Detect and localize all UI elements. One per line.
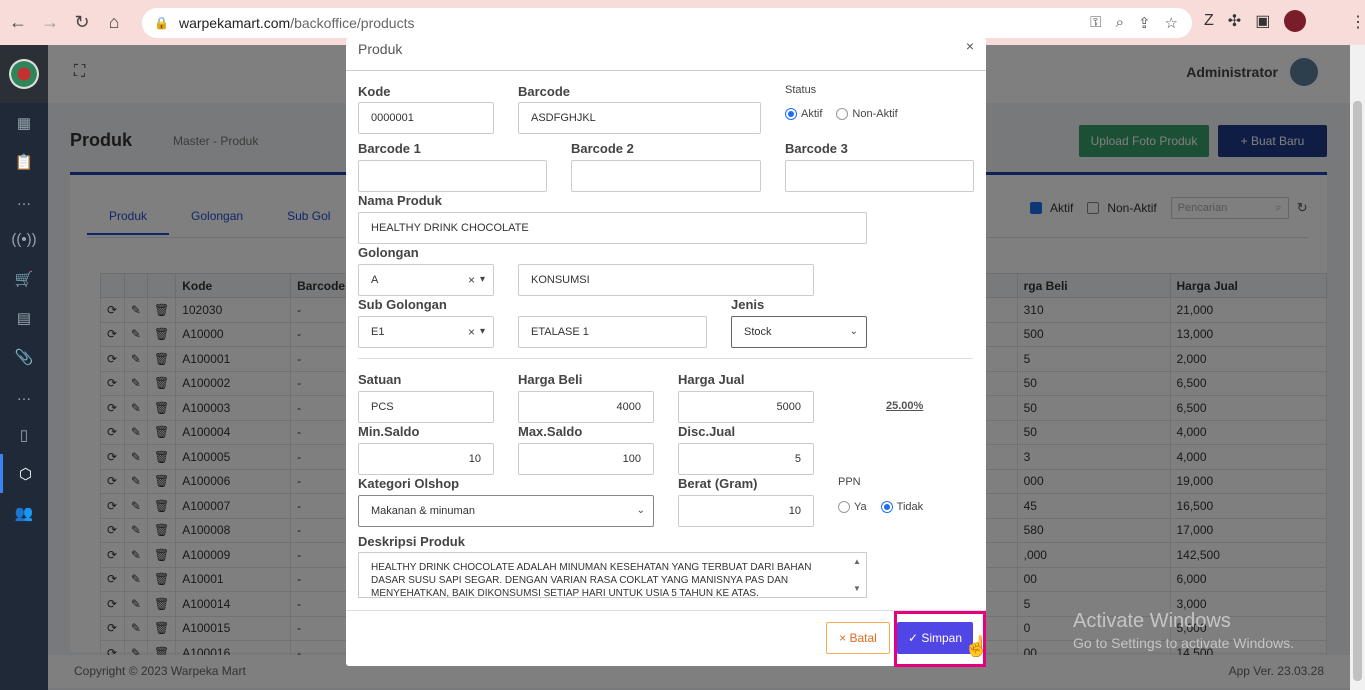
barcode2-label: Barcode 2 xyxy=(571,141,634,156)
barcode2-field[interactable] xyxy=(571,160,761,192)
barcode3-field[interactable] xyxy=(785,160,974,192)
max-saldo-label: Max.Saldo xyxy=(518,424,583,439)
share-icon[interactable]: ⇪ xyxy=(1138,14,1151,32)
min-saldo-label: Min.Saldo xyxy=(358,424,420,439)
status-label: Status xyxy=(785,84,817,96)
app-sidebar: ▦ 📋 … ((•)) 🛒 ▤ 📎 … ▯ ⬡ 👥 xyxy=(0,45,48,690)
pointer-cursor-icon: ☝ xyxy=(964,636,989,658)
ppn-ya-label: Ya xyxy=(854,501,867,513)
chevron-down-icon: ▾ xyxy=(479,274,485,285)
browser-menu-icon[interactable]: ⋮ xyxy=(1350,12,1365,32)
cancel-button[interactable]: × Batal xyxy=(826,622,890,654)
chevron-down-icon: ⌄ xyxy=(636,505,645,516)
satuan-label: Satuan xyxy=(358,372,402,387)
chevron-down-icon: ▾ xyxy=(479,326,485,337)
extension-z-icon[interactable]: Z xyxy=(1204,12,1214,30)
subgol-select[interactable]: E1 × ▾ xyxy=(358,316,494,348)
barcode-field[interactable]: ASDFGHJKL xyxy=(518,102,761,134)
harga-beli-field[interactable]: 4000 xyxy=(518,391,654,423)
status-nonaktif-label: Non-Aktif xyxy=(852,108,898,120)
ppn-tidak-radio[interactable] xyxy=(880,501,893,513)
kode-label: Kode xyxy=(358,84,391,99)
disc-jual-label: Disc.Jual xyxy=(678,424,736,439)
forward-icon[interactable]: → xyxy=(36,9,64,37)
max-saldo-field[interactable]: 100 xyxy=(518,443,654,475)
dashboard-icon[interactable]: ▦ xyxy=(0,103,48,142)
box-icon[interactable]: ⬡ xyxy=(0,454,48,493)
url-text: warpekamart.com/backoffice/products xyxy=(178,15,415,31)
zoom-icon[interactable]: ⌕ xyxy=(1116,14,1124,32)
nama-produk-field[interactable]: HEALTHY DRINK CHOCOLATE xyxy=(358,212,867,244)
textarea-scrollbar: ▲ ▼ xyxy=(853,557,861,593)
reload-icon[interactable]: ↻ xyxy=(68,9,96,37)
modal-title: Produk xyxy=(358,41,403,57)
min-saldo-field[interactable]: 10 xyxy=(358,443,494,475)
golongan-name-field[interactable]: KONSUMSI xyxy=(518,264,814,296)
cart-icon[interactable]: 🛒 xyxy=(0,259,48,298)
disc-jual-field[interactable]: 5 xyxy=(678,443,814,475)
ppn-label: PPN xyxy=(838,476,861,488)
more-icon-2[interactable]: … xyxy=(0,376,48,415)
status-nonaktif-radio[interactable] xyxy=(836,108,849,120)
broadcast-icon[interactable]: ((•)) xyxy=(0,220,48,259)
harga-beli-label: Harga Beli xyxy=(518,372,583,387)
subgol-name-field[interactable]: ETALASE 1 xyxy=(518,316,707,348)
margin-percent: 25.00% xyxy=(886,400,924,412)
kategori-select[interactable]: Makanan & minuman ⌄ xyxy=(358,495,654,527)
kode-field[interactable]: 0000001 xyxy=(358,102,494,134)
windows-watermark: Activate Windows Go to Settings to activ… xyxy=(1073,610,1294,651)
clipboard-icon[interactable]: 📋 xyxy=(0,142,48,181)
subgol-label: Sub Golongan xyxy=(358,297,447,312)
profile-avatar[interactable] xyxy=(1284,10,1307,32)
receipt-icon[interactable]: ▤ xyxy=(0,298,48,337)
product-modal: Produk × Kode 0000001 Barcode ASDFGHJKL … xyxy=(346,38,989,667)
app-logo[interactable] xyxy=(0,45,48,103)
clear-icon: × xyxy=(467,273,475,287)
address-bar[interactable]: 🔒 warpekamart.com/backoffice/products ⚿ … xyxy=(142,8,1192,38)
satuan-field[interactable]: PCS xyxy=(358,391,494,423)
puzzle-icon[interactable]: ✣ xyxy=(1228,11,1241,31)
kategori-label: Kategori Olshop xyxy=(358,476,460,491)
paperclip-icon[interactable]: 📎 xyxy=(0,337,48,376)
nama-produk-label: Nama Produk xyxy=(358,193,442,208)
harga-jual-label: Harga Jual xyxy=(678,372,745,387)
golongan-label: Golongan xyxy=(358,245,419,260)
golongan-select[interactable]: A × ▾ xyxy=(358,264,494,296)
book-icon[interactable]: ▯ xyxy=(0,415,48,454)
chevron-down-icon: ⌄ xyxy=(849,326,858,337)
home-icon[interactable]: ⌂ xyxy=(100,9,128,37)
barcode-label: Barcode xyxy=(518,84,571,99)
more-icon[interactable]: … xyxy=(0,181,48,220)
bookmark-star-icon[interactable]: ☆ xyxy=(1165,14,1178,32)
key-icon[interactable]: ⚿ xyxy=(1090,14,1101,32)
deskripsi-label: Deskripsi Produk xyxy=(358,534,465,549)
ppn-ya-radio[interactable] xyxy=(838,501,850,513)
lock-icon: 🔒 xyxy=(154,16,169,30)
save-button[interactable]: ✓ Simpan xyxy=(897,622,973,654)
berat-label: Berat (Gram) xyxy=(678,476,758,491)
page-scrollbar[interactable] xyxy=(1350,45,1365,690)
deskripsi-textarea[interactable]: HEALTHY DRINK CHOCOLATE ADALAH MINUMAN K… xyxy=(358,552,867,598)
back-icon[interactable]: ← xyxy=(4,9,32,37)
barcode3-label: Barcode 3 xyxy=(785,141,848,156)
clear-icon: × xyxy=(467,325,475,339)
close-icon[interactable]: × xyxy=(966,38,974,54)
jenis-label: Jenis xyxy=(731,297,765,312)
jenis-select[interactable]: Stock ⌄ xyxy=(731,316,867,348)
ppn-tidak-label: Tidak xyxy=(896,501,924,513)
barcode1-field[interactable] xyxy=(358,160,547,192)
sidepanel-icon[interactable]: ▣ xyxy=(1255,11,1270,31)
status-aktif-radio[interactable] xyxy=(785,108,797,120)
users-icon[interactable]: 👥 xyxy=(0,493,48,532)
barcode1-label: Barcode 1 xyxy=(358,141,421,156)
status-aktif-label: Aktif xyxy=(801,108,823,120)
berat-field[interactable]: 10 xyxy=(678,495,814,527)
harga-jual-field[interactable]: 5000 xyxy=(678,391,814,423)
